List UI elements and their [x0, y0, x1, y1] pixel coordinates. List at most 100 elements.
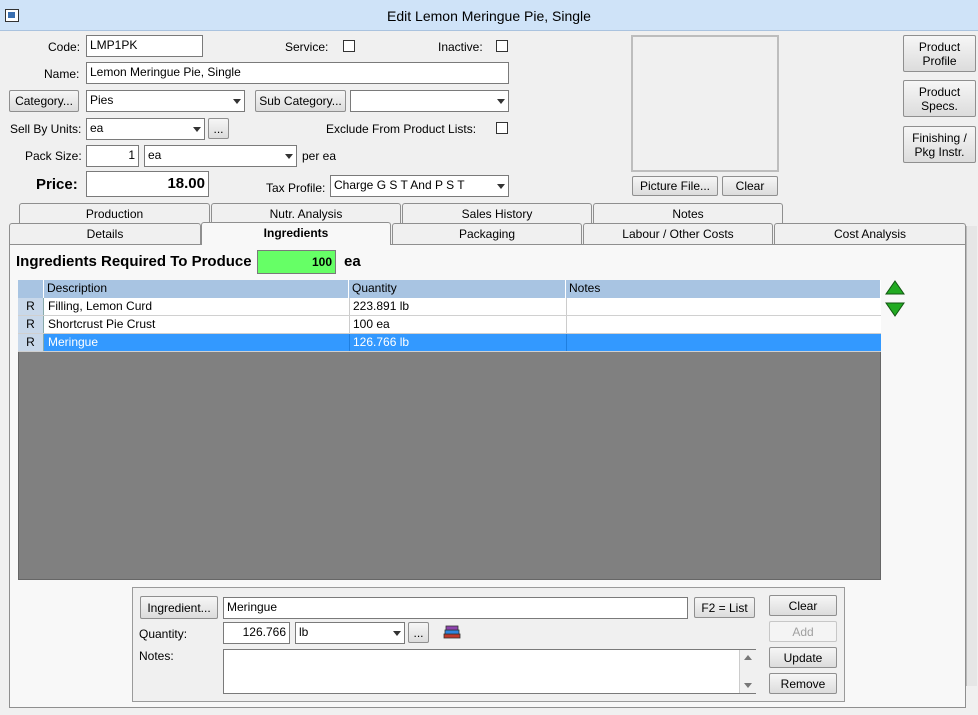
- column-notes[interactable]: Notes: [566, 280, 881, 298]
- window-title: Edit Lemon Meringue Pie, Single: [387, 8, 591, 24]
- product-profile-line2: Profile: [922, 53, 957, 68]
- panel-scrollbar[interactable]: [966, 226, 977, 686]
- code-label: Code:: [48, 40, 81, 54]
- finishing-pkg-line1: Finishing /: [912, 130, 967, 145]
- ingredients-heading: Ingredients Required To Produce: [16, 253, 252, 270]
- exclude-checkbox[interactable]: [496, 122, 508, 134]
- tab-sales-history[interactable]: Sales History: [402, 203, 592, 224]
- sell-by-browse-button[interactable]: ...: [208, 118, 229, 139]
- finishing-pkg-button[interactable]: Finishing / Pkg Instr.: [903, 126, 976, 163]
- row-quantity: 223.891 lb: [353, 299, 410, 313]
- row-flag[interactable]: R: [18, 298, 44, 315]
- quantity-input[interactable]: 126.766: [223, 622, 290, 644]
- price-label: Price:: [36, 176, 78, 193]
- move-up-button[interactable]: [884, 279, 906, 297]
- books-icon-button[interactable]: [440, 621, 464, 644]
- tab-ingredients[interactable]: Ingredients: [201, 222, 391, 245]
- table-row-selected[interactable]: R Meringue 126.766 lb: [18, 334, 881, 352]
- tax-profile-label: Tax Profile:: [266, 181, 326, 195]
- tab-labour-other-costs[interactable]: Labour / Other Costs: [583, 223, 773, 244]
- ingredient-input[interactable]: Meringue: [223, 597, 688, 619]
- product-profile-line1: Product: [918, 39, 961, 54]
- scroll-arrows-icon: [744, 655, 752, 688]
- name-label: Name:: [44, 67, 80, 81]
- chevron-down-icon: [193, 127, 201, 132]
- row-flag[interactable]: R: [18, 334, 44, 351]
- category-select[interactable]: Pies: [86, 90, 245, 112]
- sell-by-value: ea: [90, 121, 104, 135]
- clear-button[interactable]: Clear: [769, 595, 837, 616]
- f2-list-button[interactable]: F2 = List: [694, 597, 755, 618]
- column-quantity[interactable]: Quantity: [349, 280, 566, 298]
- product-specs-button[interactable]: Product Specs.: [903, 80, 976, 117]
- chevron-down-icon: [285, 154, 293, 159]
- notes-textarea[interactable]: [223, 649, 756, 694]
- quantity-unit-value: lb: [299, 625, 309, 639]
- pack-unit-select[interactable]: ea: [144, 145, 297, 167]
- category-value: Pies: [90, 93, 114, 107]
- chevron-down-icon: [497, 184, 505, 189]
- row-description: Filling, Lemon Curd: [48, 299, 153, 313]
- per-unit-label: per ea: [302, 149, 337, 163]
- name-input[interactable]: Lemon Meringue Pie, Single: [86, 62, 509, 84]
- ingredient-button[interactable]: Ingredient...: [140, 596, 218, 619]
- chevron-down-icon: [393, 631, 401, 636]
- inactive-checkbox[interactable]: [496, 40, 508, 52]
- tab-packaging[interactable]: Packaging: [392, 223, 582, 244]
- sell-by-select[interactable]: ea: [86, 118, 205, 140]
- notes-scrollbar[interactable]: [739, 650, 756, 693]
- row-description: Meringue: [48, 335, 99, 349]
- tab-nutr-analysis[interactable]: Nutr. Analysis: [211, 203, 401, 224]
- pack-size-input[interactable]: 1: [86, 145, 139, 167]
- grid-header: Description Quantity Notes: [18, 280, 881, 298]
- chevron-down-icon: [497, 99, 505, 104]
- grid-header-flag: [18, 280, 44, 298]
- quantity-unit-select[interactable]: lb: [295, 622, 405, 644]
- arrow-up-icon: [885, 280, 905, 295]
- tab-production[interactable]: Production: [19, 203, 210, 224]
- product-profile-button[interactable]: Product Profile: [903, 35, 976, 72]
- remove-button[interactable]: Remove: [769, 673, 837, 694]
- pack-unit-value: ea: [148, 148, 162, 162]
- tax-profile-select[interactable]: Charge G S T And P S T: [330, 175, 509, 197]
- subcategory-select[interactable]: [350, 90, 509, 112]
- quantity-label: Quantity:: [139, 627, 188, 641]
- price-input[interactable]: 18.00: [86, 171, 209, 197]
- sell-by-label: Sell By Units:: [10, 122, 82, 136]
- table-row[interactable]: R Shortcrust Pie Crust 100 ea: [18, 316, 881, 334]
- add-button[interactable]: Add: [769, 621, 837, 642]
- picture-clear-button[interactable]: Clear: [722, 176, 778, 196]
- finishing-pkg-line2: Pkg Instr.: [914, 144, 965, 159]
- exclude-label: Exclude From Product Lists:: [326, 122, 477, 136]
- service-label: Service:: [285, 40, 329, 54]
- product-specs-line1: Product: [918, 84, 961, 99]
- tab-cost-analysis[interactable]: Cost Analysis: [774, 223, 966, 244]
- tab-details[interactable]: Details: [9, 223, 201, 244]
- produce-qty-input[interactable]: 100: [257, 250, 336, 274]
- row-flag[interactable]: R: [18, 316, 44, 333]
- tax-profile-value: Charge G S T And P S T: [334, 178, 465, 192]
- tab-notes[interactable]: Notes: [593, 203, 783, 224]
- category-button[interactable]: Category...: [9, 90, 79, 112]
- title-bar: Edit Lemon Meringue Pie, Single: [0, 0, 978, 31]
- table-row[interactable]: R Filling, Lemon Curd 223.891 lb: [18, 298, 881, 316]
- unit-browse-button[interactable]: ...: [408, 622, 429, 643]
- inactive-label: Inactive:: [438, 40, 483, 54]
- move-down-button[interactable]: [884, 300, 906, 318]
- books-icon: [443, 625, 461, 639]
- picture-file-button[interactable]: Picture File...: [632, 176, 718, 196]
- chevron-down-icon: [233, 99, 241, 104]
- row-quantity: 126.766 lb: [353, 335, 410, 349]
- product-picture: [631, 35, 779, 172]
- service-checkbox[interactable]: [343, 40, 355, 52]
- column-description[interactable]: Description: [44, 280, 349, 298]
- product-specs-line2: Specs.: [921, 98, 958, 113]
- produce-unit-label: ea: [344, 253, 361, 270]
- pack-size-label: Pack Size:: [25, 149, 82, 163]
- row-quantity: 100 ea: [353, 317, 390, 331]
- update-button[interactable]: Update: [769, 647, 837, 668]
- arrow-down-icon: [885, 302, 905, 317]
- row-description: Shortcrust Pie Crust: [48, 317, 156, 331]
- code-input[interactable]: LMP1PK: [86, 35, 203, 57]
- subcategory-button[interactable]: Sub Category...: [255, 90, 346, 112]
